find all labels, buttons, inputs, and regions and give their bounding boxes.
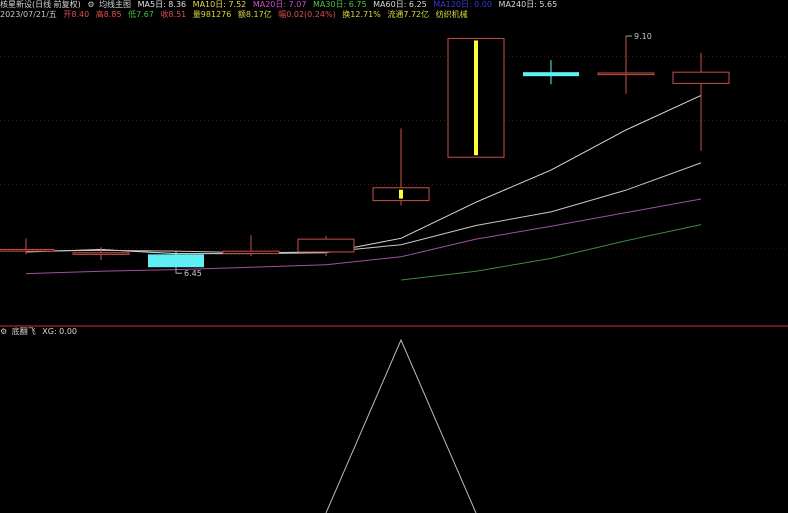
candle-body-up bbox=[222, 250, 280, 255]
annotation-label: 6.45 bbox=[184, 269, 202, 278]
annotation-leader bbox=[175, 267, 182, 274]
gear-icon[interactable]: ⚙ bbox=[0, 327, 7, 336]
sub-indicator-name[interactable]: 底翻飞 bbox=[12, 327, 36, 336]
limit-up-bar bbox=[474, 40, 478, 156]
ma5-line bbox=[25, 94, 702, 255]
sub-chart-header: ⚙ 底翻飞 XG: 0.00 bbox=[0, 327, 81, 337]
candle-body-up bbox=[72, 252, 130, 255]
candle-body-up bbox=[672, 71, 730, 84]
kline-chart[interactable]: 6.45 9.10 bbox=[0, 0, 788, 513]
limit-up-bar bbox=[399, 189, 403, 199]
candle-body-up bbox=[0, 249, 55, 252]
candle-body-up bbox=[297, 238, 355, 253]
xg-line bbox=[325, 338, 477, 513]
candle-body-down bbox=[148, 254, 204, 268]
candle-body-up bbox=[597, 72, 655, 76]
ma10-line bbox=[25, 162, 702, 254]
xg-value: XG: 0.00 bbox=[42, 327, 77, 336]
annotation-label: 9.10 bbox=[634, 32, 652, 41]
candle-body-down bbox=[523, 72, 579, 77]
ma20-line bbox=[25, 198, 702, 275]
